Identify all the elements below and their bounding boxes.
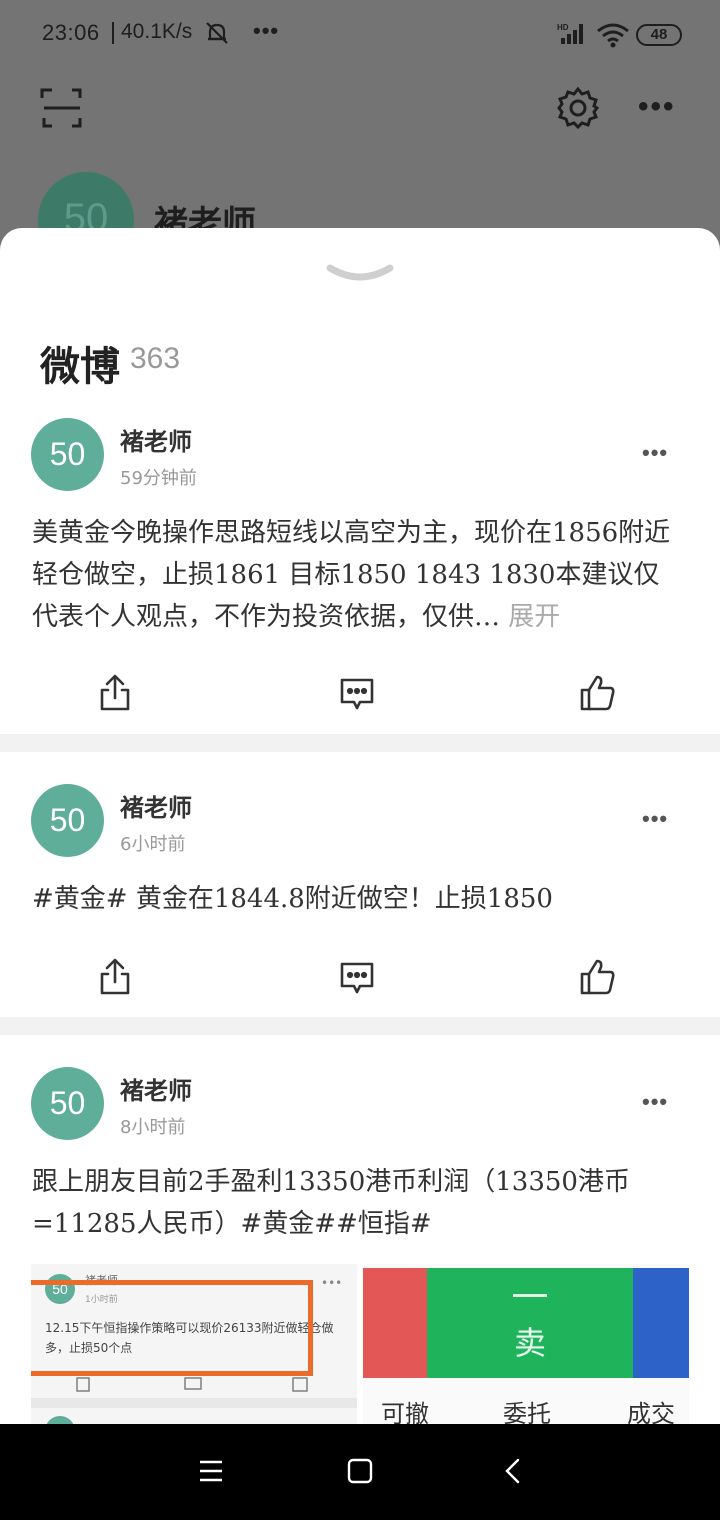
like-icon[interactable] [578,674,616,716]
post-divider [0,1017,720,1035]
post-more-button[interactable]: ••• [642,440,668,466]
post-more-button[interactable]: ••• [642,1089,668,1115]
trade-blue-panel [633,1268,689,1378]
weibo-post[interactable]: 50 褚老师 59分钟前 ••• 美黄金今晚操作思路短线以高空为主，现价在185… [0,398,720,734]
weibo-bottom-sheet: 微博 363 50 褚老师 59分钟前 ••• 美黄金今晚操作思路短线以高空为主… [0,228,720,1424]
comment-icon[interactable] [338,676,376,716]
trade-tab: 成交 [627,1400,675,1424]
gear-icon[interactable] [556,86,600,134]
thumb-avatar-second [45,1416,75,1424]
chevron-down-icon[interactable] [326,262,394,290]
menu-icon[interactable] [198,1458,224,1488]
mute-icon [204,20,230,50]
post-text-body: 美黄金今晚操作思路短线以高空为主，现价在1856附近轻仓做空，止损1861 目标… [32,518,671,632]
post-time: 59分钟前 [120,468,197,489]
section-title: 微博 [40,344,120,390]
weibo-post[interactable]: 50 褚老师 6小时前 ••• #黄金# 黄金在1844.8附近做空！止损185… [0,752,720,1017]
post-time: 6小时前 [120,834,186,855]
post-text: 跟上朋友目前2手盈利13350港币利润（13350港币=11285人民币）#黄金… [32,1167,630,1239]
like-icon[interactable] [578,958,616,1000]
highlight-box [31,1280,313,1376]
battery-icon: 48 [636,24,682,46]
background-page: 23:06 40.1K/s ••• HD 48 ••• 50 褚老师 [0,0,720,268]
scan-icon[interactable] [40,86,84,134]
thumb-action-icons [31,1372,357,1394]
post-author[interactable]: 褚老师 [120,788,192,823]
status-time: 23:06 [42,20,100,45]
back-icon[interactable] [500,1458,526,1488]
share-icon[interactable] [98,958,132,1000]
share-icon[interactable] [98,674,132,716]
svg-text:HD: HD [557,23,569,32]
status-bar: 23:06 40.1K/s ••• HD 48 [0,0,720,70]
avatar[interactable]: 50 [31,784,104,857]
avatar[interactable]: 50 [31,418,104,491]
avatar[interactable]: 50 [31,1067,104,1140]
post-author[interactable]: 褚老师 [120,1071,192,1106]
section-count: 363 [130,342,181,375]
thumb-divider [31,1398,357,1408]
more-icon[interactable]: ••• [638,90,676,124]
post-image-screenshot[interactable]: 50 褚老师 1小时前 ••• 12.15下午恒指操作策略可以现价26133附近… [31,1264,357,1424]
status-separator [112,22,114,44]
status-more-dots: ••• [253,18,280,43]
post-author[interactable]: 褚老师 [120,422,192,457]
post-text: #黄金# 黄金在1844.8附近做空！止损1850 [32,884,553,914]
trade-red-panel [363,1268,427,1378]
trade-tab: 可撤 [381,1400,429,1424]
status-net-speed: 40.1K/s [121,20,193,43]
signal-icon: HD [557,22,589,50]
expand-link[interactable]: 展开 [508,602,560,632]
post-time: 8小时前 [120,1117,186,1138]
trade-tab: 委托 [503,1400,551,1424]
post-more-button[interactable]: ••• [642,806,668,832]
trade-dash [513,1294,547,1297]
thumb-more: ••• [321,1276,343,1290]
navigation-bar [0,1424,720,1520]
trade-tabs: 可撤 委托 成交 [363,1388,689,1424]
post-image-trading[interactable]: 卖 可撤 委托 成交 [363,1264,689,1424]
trade-sell-label: 卖 [513,1324,546,1362]
wifi-icon [596,22,630,52]
home-icon[interactable] [347,1458,373,1488]
post-text: 美黄金今晚操作思路短线以高空为主，现价在1856附近轻仓做空，止损1861 目标… [32,512,682,638]
comment-icon[interactable] [338,960,376,1000]
post-divider [0,734,720,752]
